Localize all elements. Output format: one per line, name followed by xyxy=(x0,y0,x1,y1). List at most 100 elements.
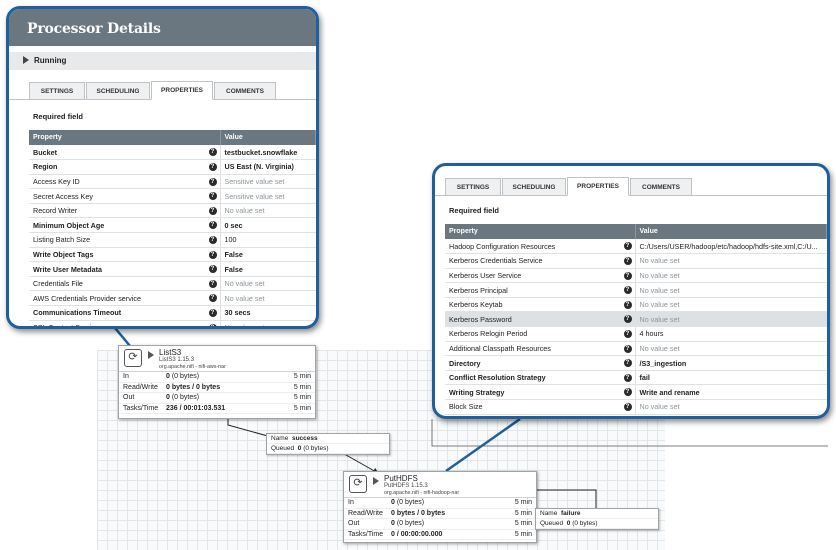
property-name: Secret Access Key? xyxy=(29,188,221,204)
property-value[interactable]: No value set xyxy=(220,290,316,307)
tab-comments[interactable]: COMMENTS xyxy=(630,178,692,195)
property-value[interactable]: No value set xyxy=(635,282,827,298)
property-row[interactable]: SSL Context Service? No value set xyxy=(29,320,316,326)
property-row[interactable]: Additional Classpath Resources? No value … xyxy=(445,341,827,357)
tab-settings[interactable]: SETTINGS xyxy=(445,178,501,195)
success-connection-label[interactable]: Name success Queued 0 (0 bytes) xyxy=(266,433,390,455)
stat-row: Read/Write 0 bytes / 0 bytes 5 min xyxy=(119,383,315,393)
tab-scheduling[interactable]: SCHEDULING xyxy=(502,178,566,195)
property-value[interactable]: 0 sec xyxy=(220,217,316,234)
property-row[interactable]: Block Size? No value set xyxy=(445,399,827,415)
help-icon[interactable]: ? xyxy=(623,242,632,250)
property-row[interactable]: Kerberos Password? No value set xyxy=(445,311,827,328)
property-row[interactable]: Kerberos Principal? No value set xyxy=(445,282,827,298)
help-icon[interactable]: ? xyxy=(623,257,632,266)
property-value[interactable]: 100 xyxy=(220,232,316,248)
help-icon[interactable]: ? xyxy=(623,344,632,353)
property-value[interactable]: 4 hours xyxy=(635,326,827,342)
property-value[interactable]: /S3_ingestion xyxy=(635,355,827,371)
property-value[interactable]: No value set xyxy=(635,268,827,284)
property-row[interactable]: Kerberos Relogin Period? 4 hours xyxy=(445,326,827,342)
property-value[interactable]: C:/Users/USER/hadoop/etc/hadoop/hdfs-sit… xyxy=(635,239,827,255)
property-row[interactable]: Write User Metadata? False xyxy=(29,261,316,277)
property-row[interactable]: Minimum Object Age? 0 sec xyxy=(29,217,316,234)
property-row[interactable]: Record Writer? No value set xyxy=(29,203,316,219)
property-value[interactable]: No value set xyxy=(635,341,827,357)
property-row[interactable]: Access Key ID? Sensitive value set xyxy=(29,174,316,190)
help-icon[interactable]: ? xyxy=(623,286,632,295)
help-icon[interactable]: ? xyxy=(623,373,632,382)
property-value[interactable]: fail xyxy=(635,370,827,386)
property-value[interactable]: Sensitive value set xyxy=(220,174,316,190)
property-row[interactable]: Credentials File? No value set xyxy=(29,276,316,292)
property-row[interactable]: Directory?/S3_ingestion xyxy=(445,355,827,371)
help-icon[interactable]: ? xyxy=(208,250,217,259)
property-row[interactable]: Conflict Resolution Strategy? fail xyxy=(445,370,827,386)
property-value[interactable]: False xyxy=(220,247,316,263)
help-icon[interactable]: ? xyxy=(208,323,217,326)
required-field-label: Required field xyxy=(449,206,500,215)
property-value[interactable]: US East (N. Virginia) xyxy=(220,159,316,175)
property-row[interactable]: Kerberos User Service? No value set xyxy=(445,268,827,284)
tab-scheduling[interactable]: SCHEDULING xyxy=(86,82,150,99)
column-header-value: Value xyxy=(220,130,316,145)
property-row[interactable]: Write Object Tags? False xyxy=(29,247,316,263)
help-icon[interactable]: ? xyxy=(623,315,632,324)
help-icon[interactable]: ? xyxy=(208,206,217,215)
property-row[interactable]: Kerberos Keytab? No value set xyxy=(445,297,827,313)
help-icon[interactable]: ? xyxy=(623,388,632,397)
property-value[interactable]: No value set xyxy=(635,297,827,313)
property-row[interactable]: Bucket? testbucket.snowflake xyxy=(29,145,316,161)
property-value[interactable]: testbucket.snowflake xyxy=(220,145,316,161)
help-icon[interactable]: ? xyxy=(623,359,632,368)
property-value[interactable]: No value set xyxy=(220,320,316,326)
property-row[interactable]: Secret Access Key? Sensitive value set xyxy=(29,188,316,204)
help-icon[interactable]: ? xyxy=(208,221,217,230)
property-value[interactable]: 30 secs xyxy=(220,305,316,321)
help-icon[interactable]: ? xyxy=(208,177,217,186)
help-icon[interactable]: ? xyxy=(208,163,217,172)
property-row[interactable]: Listing Batch Size? 100 xyxy=(29,232,316,248)
property-name-text: Kerberos Principal xyxy=(449,285,508,295)
failure-connection-label[interactable]: Name failure Queued 0 (0 bytes) xyxy=(535,508,659,530)
help-icon[interactable]: ? xyxy=(208,265,217,274)
property-value[interactable]: False xyxy=(220,261,316,277)
tab-settings[interactable]: SETTINGS xyxy=(29,82,85,99)
help-icon[interactable]: ? xyxy=(208,279,217,288)
property-row[interactable]: AWS Credentials Provider service? No valu… xyxy=(29,290,316,307)
help-icon[interactable]: ? xyxy=(623,271,632,280)
help-icon[interactable]: ? xyxy=(208,309,217,318)
property-name-text: Kerberos User Service xyxy=(449,270,522,280)
tab-properties[interactable]: PROPERTIES xyxy=(567,177,629,196)
property-name: Kerberos Credentials Service? xyxy=(445,253,636,269)
properties-table: Property Value Hadoop Configuration Resou… xyxy=(445,224,827,415)
property-row[interactable]: Region? US East (N. Virginia) xyxy=(29,159,316,175)
property-value[interactable]: No value set xyxy=(635,253,827,269)
help-icon[interactable]: ? xyxy=(208,148,217,156)
property-value[interactable]: Write and rename xyxy=(635,384,827,401)
stat-label: Read/Write xyxy=(348,509,383,517)
tab-properties[interactable]: PROPERTIES xyxy=(151,81,213,100)
lists3-processor[interactable]: ⟳ ListS3 ListS3 1.15.3 org.apache.nifi -… xyxy=(118,345,316,419)
help-icon[interactable]: ? xyxy=(623,330,632,339)
help-icon[interactable]: ? xyxy=(208,192,217,201)
property-value[interactable]: Sensitive value set xyxy=(220,188,316,204)
property-value[interactable]: No value set xyxy=(635,399,827,415)
property-name: Bucket? xyxy=(29,145,221,161)
property-name-text: Secret Access Key xyxy=(33,191,93,201)
stat-row: In 0 (0 bytes) 5 min xyxy=(344,498,536,509)
property-row[interactable]: Communications Timeout? 30 secs xyxy=(29,305,316,321)
property-value[interactable]: No value set xyxy=(220,276,316,292)
help-icon[interactable]: ? xyxy=(208,294,217,303)
property-row[interactable]: Kerberos Credentials Service? No value se… xyxy=(445,253,827,269)
help-icon[interactable]: ? xyxy=(623,403,632,412)
property-row[interactable]: Writing Strategy? Write and rename xyxy=(445,384,827,401)
property-value[interactable]: No value set xyxy=(635,311,827,328)
run-status-bar[interactable]: Running xyxy=(9,52,316,70)
puthdfs-processor[interactable]: ⟳ PutHDFS PutHDFS 1.15.3 org.apache.nifi… xyxy=(343,471,537,543)
help-icon[interactable]: ? xyxy=(623,300,632,309)
property-row[interactable]: Hadoop Configuration Resources? C:/Users/… xyxy=(445,239,827,255)
help-icon[interactable]: ? xyxy=(208,236,217,245)
tab-comments[interactable]: COMMENTS xyxy=(214,82,276,99)
property-value[interactable]: No value set xyxy=(220,203,316,219)
